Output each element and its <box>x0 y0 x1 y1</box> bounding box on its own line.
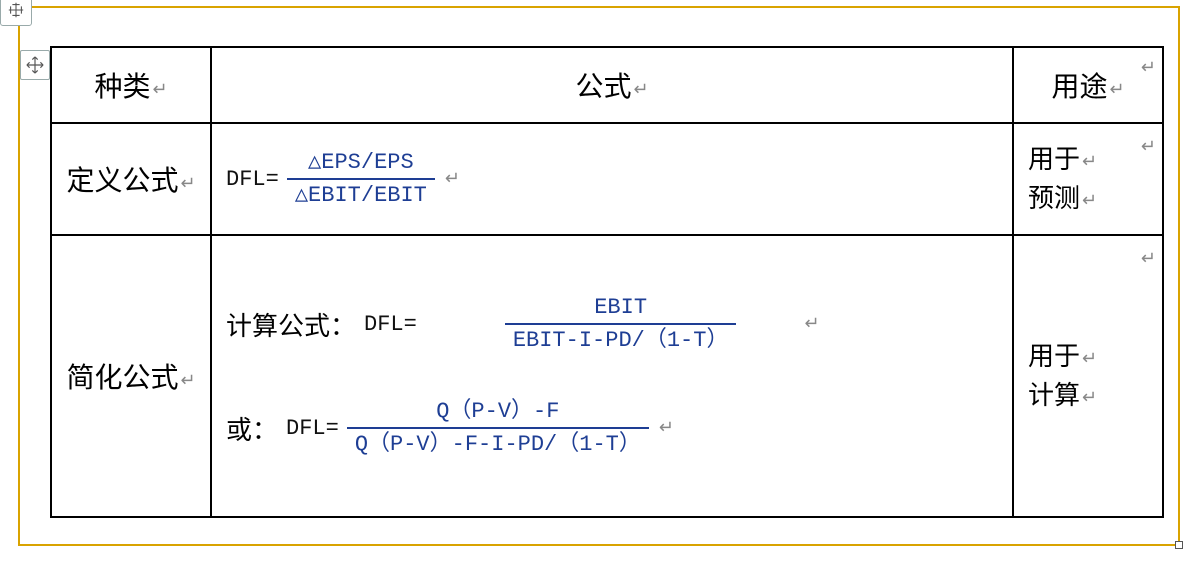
paragraph-mark-icon: ↵ <box>659 417 674 438</box>
header-formula: 公式↵ <box>211 47 1013 123</box>
usage-line2: 预测 <box>1028 184 1080 213</box>
equation-dfl-definition: DFL= △EPS/EPS △EBIT/EBIT ↵ <box>226 147 998 211</box>
paragraph-mark-icon: ↵ <box>152 79 167 100</box>
table-row-definition: 定义公式↵ DFL= △EPS/EPS △EBIT/EBIT ↵ 用于↵ 预测↵… <box>51 123 1163 235</box>
row-end-mark-icon: ↵ <box>1141 133 1156 160</box>
row-end-mark-icon: ↵ <box>1141 245 1156 272</box>
paragraph-mark-icon: ↵ <box>180 370 195 391</box>
paragraph-mark-icon: ↵ <box>1109 79 1124 100</box>
fraction: △EPS/EPS △EBIT/EBIT <box>287 149 435 210</box>
paragraph-mark-icon: ↵ <box>180 173 195 194</box>
equation-lhs: DFL= <box>226 167 279 192</box>
fraction-numerator: △EPS/EPS <box>300 149 422 179</box>
usage-line1: 用于 <box>1028 342 1080 371</box>
header-formula-text: 公式 <box>575 72 631 103</box>
paragraph-mark-icon: ↵ <box>1082 384 1097 411</box>
paragraph-mark-icon: ↵ <box>445 168 460 189</box>
equation-prefix: 计算公式： <box>226 306 356 343</box>
cell-simplified-usage: 用于↵ 计算↵ ↵ <box>1013 235 1163 517</box>
paragraph-mark-icon: ↵ <box>804 313 819 334</box>
fraction-numerator: EBIT <box>586 294 655 324</box>
table-row-simplified: 简化公式↵ 计算公式： DFL= EBIT EBIT-I-PD/（1-T） ↵ … <box>51 235 1163 517</box>
equation-lhs: DFL= <box>286 416 339 441</box>
header-kind: 种类↵ <box>51 47 211 123</box>
equation-dfl-alt: 或： DFL= Q（P-V）-F Q（P-V）-F-I-PD/（1-T） ↵ <box>226 396 998 460</box>
cell-definition-usage: 用于↵ 预测↵ ↵ <box>1013 123 1163 235</box>
usage-line2: 计算 <box>1028 381 1080 410</box>
paragraph-mark-icon: ↵ <box>633 79 648 100</box>
table-move-handle-icon[interactable] <box>20 50 50 80</box>
row-label-definition: 定义公式↵ <box>51 123 211 235</box>
row-label-simplified-text: 简化公式 <box>66 363 178 394</box>
table-header-row: 种类↵ 公式↵ 用途↵ ↵ <box>51 47 1163 123</box>
paragraph-mark-icon: ↵ <box>1082 345 1097 372</box>
equation-prefix: 或： <box>226 410 278 447</box>
paragraph-mark-icon: ↵ <box>1082 148 1097 175</box>
header-usage: 用途↵ ↵ <box>1013 47 1163 123</box>
header-kind-text: 种类 <box>94 72 150 103</box>
fraction-denominator: EBIT-I-PD/（1-T） <box>505 323 737 355</box>
row-label-simplified: 简化公式↵ <box>51 235 211 517</box>
cell-simplified-formulas: 计算公式： DFL= EBIT EBIT-I-PD/（1-T） ↵ 或： DFL… <box>211 235 1013 517</box>
formula-table: 种类↵ 公式↵ 用途↵ ↵ 定义公式↵ DFL= △EPS/EPS △EBIT/… <box>50 46 1164 518</box>
fraction: EBIT EBIT-I-PD/（1-T） <box>505 294 737 355</box>
fraction: Q（P-V）-F Q（P-V）-F-I-PD/（1-T） <box>347 398 649 459</box>
equation-lhs: DFL= <box>364 312 417 337</box>
row-end-mark-icon: ↵ <box>1141 57 1156 78</box>
equation-dfl-calc: 计算公式： DFL= EBIT EBIT-I-PD/（1-T） ↵ <box>226 292 998 356</box>
paragraph-mark-icon: ↵ <box>1082 187 1097 214</box>
fraction-numerator: Q（P-V）-F <box>428 398 567 428</box>
header-usage-text: 用途 <box>1051 72 1107 103</box>
fraction-denominator: Q（P-V）-F-I-PD/（1-T） <box>347 427 649 459</box>
cell-definition-formula: DFL= △EPS/EPS △EBIT/EBIT ↵ <box>211 123 1013 235</box>
fraction-denominator: △EBIT/EBIT <box>287 178 435 210</box>
document-page: 种类↵ 公式↵ 用途↵ ↵ 定义公式↵ DFL= △EPS/EPS △EBIT/… <box>22 10 1180 546</box>
usage-line1: 用于 <box>1028 145 1080 174</box>
row-label-definition-text: 定义公式 <box>66 166 178 197</box>
